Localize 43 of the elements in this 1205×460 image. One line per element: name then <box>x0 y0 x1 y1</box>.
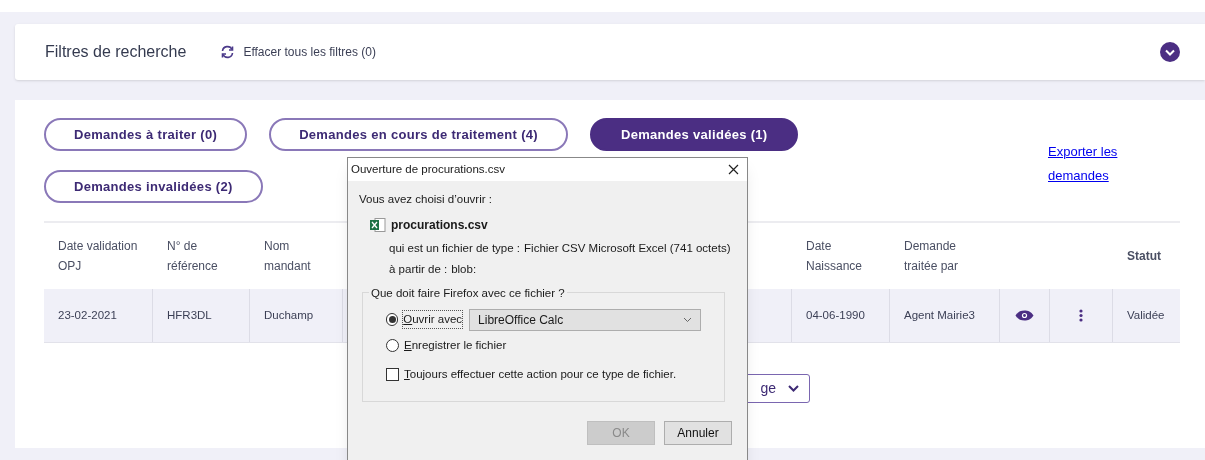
expand-toggle[interactable] <box>1160 42 1180 62</box>
chevron-down-icon <box>788 385 799 392</box>
table-cell-text: 04-06-1990 <box>806 307 865 323</box>
table-cell-text: Validée <box>1127 307 1165 323</box>
radio-label[interactable]: Enregistrer le fichier <box>404 337 507 355</box>
filter-tab[interactable]: Demandes à traiter (0) <box>44 118 248 151</box>
close-icon[interactable] <box>728 164 739 175</box>
filters-title: Filtres de recherche <box>45 42 187 62</box>
dialog-button[interactable]: Annuler <box>664 420 732 445</box>
table-cell-text: 23-02-2021 <box>58 307 117 323</box>
checkbox[interactable] <box>386 368 399 382</box>
radio-button[interactable] <box>386 339 399 353</box>
radio-button[interactable] <box>386 313 399 327</box>
application-select[interactable]: LibreOffice Calc <box>469 308 701 331</box>
type-value: Fichier CSV Microsoft Excel (741 octets) <box>524 241 731 257</box>
table-cell-text: Duchamp <box>264 307 314 323</box>
source-label: à partir de : <box>389 261 448 277</box>
filter-tab[interactable]: Demandes validées (1) <box>589 118 799 151</box>
column-header: Demande traitée par <box>903 238 960 275</box>
column-header: Statut <box>1126 248 1162 265</box>
file-name: procurations.csv <box>391 217 488 235</box>
column-header: Nom mandant <box>263 238 312 275</box>
column-header: N° de référence <box>166 238 219 275</box>
spreadsheet-file-icon <box>370 218 386 233</box>
type-label: qui est un fichier de type : <box>389 241 521 257</box>
more-options-icon[interactable] <box>1079 309 1083 322</box>
checkbox-label[interactable]: Toujours effectuer cette action pour ce type de fichier. <box>404 366 677 384</box>
filter-tab[interactable]: Demandes en cours de traitement (4) <box>269 118 568 151</box>
refresh-icon <box>220 45 236 59</box>
clear-filters-button[interactable]: Effacer tous les filtres (0) <box>220 43 376 61</box>
filter-tab[interactable]: Demandes invalidées (2) <box>44 170 263 203</box>
chevron-down-icon <box>683 316 692 323</box>
table-cell-text: Agent Mairie3 <box>904 307 975 323</box>
column-header: Date validation OPJ <box>57 238 139 275</box>
dialog-intro: Vous avez choisi d’ouvrir : <box>359 192 493 207</box>
eye-icon[interactable] <box>1015 310 1034 321</box>
column-header: Date Naissance <box>805 238 864 275</box>
table-cell-text: HFR3DL <box>167 307 212 323</box>
dialog-title: Ouverture de procurations.csv <box>351 161 506 177</box>
source-value: blob: <box>451 261 477 277</box>
chevron-down-icon <box>1165 48 1175 56</box>
export-link[interactable]: Exporter les demandes <box>1048 140 1128 203</box>
radio-label[interactable]: Ouvrir avec <box>403 311 463 329</box>
